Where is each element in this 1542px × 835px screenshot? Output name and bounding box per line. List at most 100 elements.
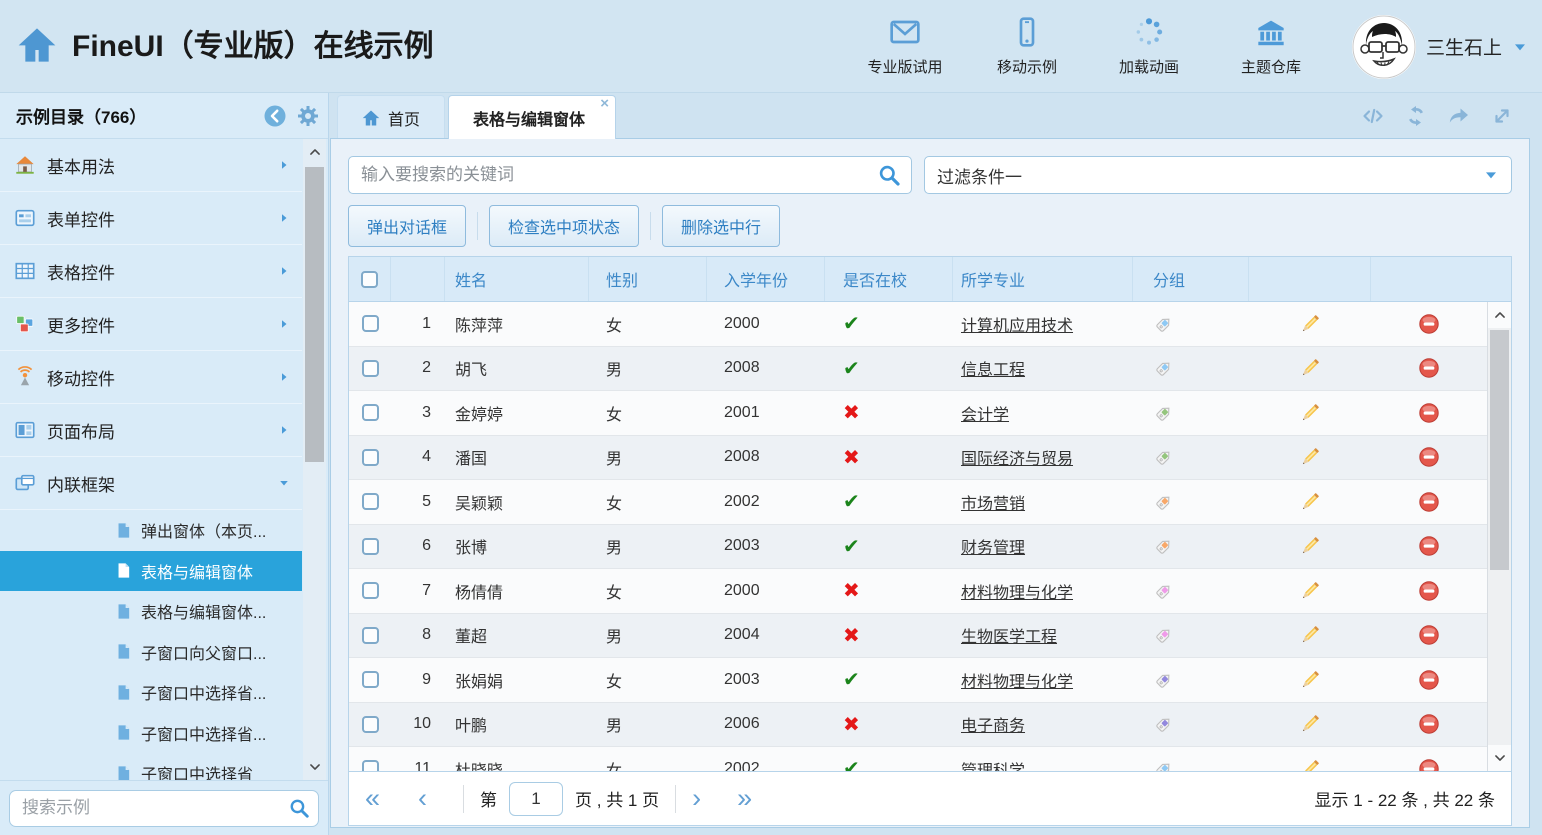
home-icon[interactable] — [16, 25, 58, 65]
sidebar-subitem-1[interactable]: 表格与编辑窗体 — [0, 551, 302, 592]
edit-button[interactable] — [1298, 534, 1322, 558]
row-checkbox[interactable] — [362, 627, 379, 644]
major-link[interactable]: 计算机应用技术 — [961, 312, 1073, 336]
sidebar-subitem-0[interactable]: 弹出窗体（本页... — [0, 510, 302, 551]
scroll-up-button[interactable] — [303, 139, 326, 165]
row-checkbox[interactable] — [362, 360, 379, 377]
open-dialog-button[interactable]: 弹出对话框 — [348, 205, 466, 247]
sidebar-group-0[interactable]: 基本用法 — [0, 139, 302, 192]
page-number-input[interactable] — [509, 782, 563, 816]
row-checkbox[interactable] — [362, 493, 379, 510]
edit-button[interactable] — [1298, 445, 1322, 469]
grid-scrollbar[interactable] — [1487, 302, 1511, 771]
user-menu[interactable]: 三生石上 — [1352, 15, 1528, 79]
tag-icon[interactable] — [1153, 758, 1175, 771]
search-icon[interactable] — [877, 163, 901, 187]
delete-button[interactable] — [1418, 624, 1440, 646]
refresh-icon[interactable] — [1404, 104, 1428, 128]
delete-button[interactable] — [1418, 491, 1440, 513]
major-link[interactable]: 材料物理与化学 — [961, 579, 1073, 603]
expand-icon[interactable] — [1490, 104, 1514, 128]
sidebar-subitem-2[interactable]: 表格与编辑窗体... — [0, 591, 302, 632]
header-action-mobile-demo[interactable]: 移动示例 — [986, 16, 1068, 77]
delete-button[interactable] — [1418, 446, 1440, 468]
check-selection-button[interactable]: 检查选中项状态 — [489, 205, 639, 247]
scroll-down-button[interactable] — [303, 754, 326, 780]
tag-icon[interactable] — [1153, 669, 1175, 691]
scrollbar-thumb[interactable] — [305, 167, 324, 462]
major-link[interactable]: 市场营销 — [961, 490, 1025, 514]
sidebar-scrollbar[interactable] — [303, 139, 326, 780]
row-checkbox[interactable] — [362, 449, 379, 466]
scroll-down-button[interactable] — [1488, 745, 1511, 771]
next-page-button[interactable]: › — [692, 785, 701, 812]
prev-page-button[interactable]: ‹ — [418, 785, 427, 812]
tab-table-edit-window[interactable]: 表格与编辑窗体 × — [448, 95, 616, 139]
major-link[interactable]: 财务管理 — [961, 534, 1025, 558]
edit-button[interactable] — [1298, 757, 1322, 771]
sidebar-subitem-5[interactable]: 子窗口中选择省... — [0, 713, 302, 754]
tag-icon[interactable] — [1153, 713, 1175, 735]
row-checkbox[interactable] — [362, 671, 379, 688]
collapse-sidebar-icon[interactable] — [263, 104, 287, 128]
header-action-pro-trial[interactable]: 专业版试用 — [864, 16, 946, 77]
major-link[interactable]: 国际经济与贸易 — [961, 445, 1073, 469]
row-checkbox[interactable] — [362, 716, 379, 733]
edit-button[interactable] — [1298, 712, 1322, 736]
delete-selected-button[interactable]: 删除选中行 — [662, 205, 780, 247]
header-action-loading-animation[interactable]: 加载动画 — [1108, 16, 1190, 77]
tag-icon[interactable] — [1153, 491, 1175, 513]
tab-home[interactable]: 首页 — [337, 95, 445, 139]
delete-button[interactable] — [1418, 402, 1440, 424]
delete-button[interactable] — [1418, 580, 1440, 602]
delete-button[interactable] — [1418, 758, 1440, 771]
first-page-button[interactable]: « — [365, 785, 380, 812]
edit-button[interactable] — [1298, 401, 1322, 425]
delete-button[interactable] — [1418, 357, 1440, 379]
share-icon[interactable] — [1447, 104, 1471, 128]
close-icon[interactable]: × — [600, 96, 609, 112]
scroll-up-button[interactable] — [1488, 302, 1511, 328]
tag-icon[interactable] — [1153, 624, 1175, 646]
tag-icon[interactable] — [1153, 535, 1175, 557]
major-link[interactable]: 生物医学工程 — [961, 623, 1057, 647]
last-page-button[interactable]: » — [737, 785, 752, 812]
edit-button[interactable] — [1298, 490, 1322, 514]
tag-icon[interactable] — [1153, 580, 1175, 602]
sidebar-group-6[interactable]: 内联框架 — [0, 457, 302, 510]
sidebar-subitem-6[interactable]: 子窗口中选择省 — [0, 753, 302, 780]
search-icon[interactable] — [288, 797, 310, 819]
filter-dropdown[interactable]: 过滤条件一 — [924, 156, 1512, 194]
tag-icon[interactable] — [1153, 357, 1175, 379]
edit-button[interactable] — [1298, 312, 1322, 336]
sidebar-subitem-3[interactable]: 子窗口向父窗口... — [0, 632, 302, 673]
edit-button[interactable] — [1298, 668, 1322, 692]
tag-icon[interactable] — [1153, 402, 1175, 424]
delete-button[interactable] — [1418, 713, 1440, 735]
keyword-search-input[interactable] — [348, 156, 912, 194]
major-link[interactable]: 信息工程 — [961, 356, 1025, 380]
sidebar-group-4[interactable]: 移动控件 — [0, 351, 302, 404]
major-link[interactable]: 材料物理与化学 — [961, 668, 1073, 692]
sidebar-group-3[interactable]: 更多控件 — [0, 298, 302, 351]
row-checkbox[interactable] — [362, 404, 379, 421]
major-link[interactable]: 会计学 — [961, 401, 1009, 425]
tag-icon[interactable] — [1153, 313, 1175, 335]
row-checkbox[interactable] — [362, 582, 379, 599]
source-code-icon[interactable] — [1361, 104, 1385, 128]
select-all-checkbox[interactable] — [361, 271, 378, 288]
edit-button[interactable] — [1298, 623, 1322, 647]
sidebar-group-5[interactable]: 页面布局 — [0, 404, 302, 457]
row-checkbox[interactable] — [362, 538, 379, 555]
delete-button[interactable] — [1418, 313, 1440, 335]
major-link[interactable]: 管理科学 — [961, 757, 1025, 771]
tag-icon[interactable] — [1153, 446, 1175, 468]
sidebar-search-input[interactable] — [9, 790, 319, 827]
scrollbar-thumb[interactable] — [1490, 330, 1509, 570]
sidebar-group-2[interactable]: 表格控件 — [0, 245, 302, 298]
gear-icon[interactable] — [296, 104, 320, 128]
header-action-theme-repo[interactable]: 主题仓库 — [1230, 16, 1312, 77]
sidebar-subitem-4[interactable]: 子窗口中选择省... — [0, 672, 302, 713]
row-checkbox[interactable] — [362, 760, 379, 771]
sidebar-group-1[interactable]: 表单控件 — [0, 192, 302, 245]
